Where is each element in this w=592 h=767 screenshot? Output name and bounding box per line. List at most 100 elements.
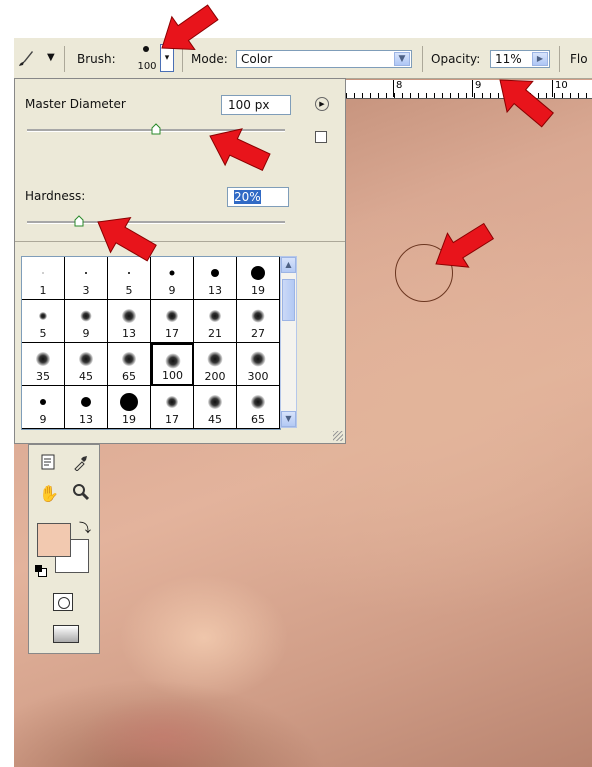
scroll-thumb[interactable]	[282, 279, 295, 321]
brush-tip-preview	[250, 351, 266, 367]
brush-preset[interactable]: 3	[65, 257, 108, 300]
brush-preset[interactable]: 65	[237, 386, 280, 429]
brush-preset[interactable]: 17	[151, 300, 194, 343]
zoom-icon[interactable]	[69, 483, 93, 505]
brush-preset-size: 200	[204, 370, 226, 383]
brush-preset[interactable]: 19	[237, 257, 280, 300]
hardness-value: 20%	[234, 190, 261, 204]
flyout-menu-icon[interactable]: ▶	[315, 97, 329, 111]
brush-preset-size: 1	[39, 284, 47, 297]
brush-preset[interactable]: 17	[151, 386, 194, 429]
chevron-down-icon[interactable]: ▼	[394, 52, 410, 66]
brush-preset-size: 45	[208, 413, 222, 426]
opacity-label: Opacity:	[431, 52, 481, 66]
brush-preset[interactable]: 27	[237, 300, 280, 343]
hardness-slider[interactable]	[27, 221, 285, 224]
brush-preset-size: 300	[247, 370, 269, 383]
brush-preset[interactable]: 1	[22, 257, 65, 300]
brush-preset[interactable]: 100	[151, 343, 194, 386]
brush-tip-preview	[79, 352, 93, 366]
brush-tip-preview	[251, 395, 265, 409]
brush-preview[interactable]: 100	[134, 44, 160, 74]
foreground-color-swatch[interactable]	[37, 523, 71, 557]
brush-preset[interactable]: 9	[22, 386, 65, 429]
brush-tip-preview	[120, 393, 138, 411]
brush-preset-size: 13	[79, 413, 93, 426]
brush-cursor	[395, 244, 453, 302]
hardness-label: Hardness:	[25, 189, 86, 203]
brush-preset-size: 5	[125, 284, 133, 297]
brush-preset[interactable]: 9	[151, 257, 194, 300]
brush-preset-size: 21	[208, 327, 222, 340]
hand-icon[interactable]: ✋	[37, 483, 61, 505]
ruler-mark: 8	[393, 80, 402, 97]
swap-colors-icon[interactable]: ⤵	[79, 519, 91, 536]
hardness-field[interactable]: 20%	[227, 187, 289, 207]
mode-select[interactable]: Color ▼	[236, 50, 412, 68]
brush-size-readout: 100	[137, 61, 157, 72]
brush-preset[interactable]: 200	[194, 343, 237, 386]
brush-preset-size: 65	[251, 413, 265, 426]
chevron-down-icon[interactable]: ▼	[47, 52, 55, 63]
brush-preset[interactable]: 19	[108, 386, 151, 429]
chevron-right-icon[interactable]: ▶	[532, 52, 548, 66]
notes-icon[interactable]	[37, 453, 61, 475]
brush-preset-size: 19	[251, 284, 265, 297]
separator	[64, 46, 65, 72]
scroll-down-button[interactable]: ▼	[281, 411, 296, 427]
brush-tip-preview	[251, 266, 265, 280]
resize-grip-icon[interactable]	[333, 431, 343, 441]
hardness-thumb[interactable]	[74, 215, 84, 227]
brush-preset-size: 13	[208, 284, 222, 297]
brush-tip-preview	[128, 272, 130, 274]
quick-mask-icon[interactable]	[53, 593, 73, 611]
brush-icon[interactable]	[18, 49, 34, 67]
master-diameter-thumb[interactable]	[151, 123, 161, 135]
mode-label: Mode:	[191, 52, 228, 66]
brush-preset[interactable]: 45	[194, 386, 237, 429]
brush-preset[interactable]: 65	[108, 343, 151, 386]
brush-preset-size: 13	[122, 327, 136, 340]
brush-preset-size: 45	[79, 370, 93, 383]
brush-tip-preview	[208, 395, 222, 409]
brush-tip-preview	[169, 270, 175, 276]
brush-tip-preview	[42, 272, 44, 274]
master-diameter-field[interactable]: 100 px	[221, 95, 291, 115]
scroll-up-button[interactable]: ▲	[281, 257, 296, 273]
brush-preset[interactable]: 35	[22, 343, 65, 386]
preset-scrollbar[interactable]: ▲ ▼	[280, 256, 297, 428]
brush-tip-preview	[166, 396, 178, 408]
brush-tip-preview	[251, 309, 265, 323]
brush-preset[interactable]: 9	[65, 300, 108, 343]
master-diameter-label: Master Diameter	[25, 97, 126, 111]
brush-tip-preview	[122, 352, 136, 366]
brush-preset-size: 5	[39, 327, 47, 340]
default-colors-icon[interactable]	[35, 565, 47, 577]
reset-icon[interactable]	[315, 131, 327, 143]
brush-preset[interactable]: 21	[194, 300, 237, 343]
brush-tip-preview	[165, 353, 180, 369]
brush-preset-size: 100	[162, 369, 183, 382]
brush-preset-size: 19	[122, 413, 136, 426]
brush-preset-size: 9	[82, 327, 90, 340]
brush-preset[interactable]: 5	[22, 300, 65, 343]
brush-picker-button[interactable]: ▾	[160, 44, 174, 72]
brush-preset[interactable]: 45	[65, 343, 108, 386]
opacity-input[interactable]: 11% ▶	[490, 50, 550, 68]
brush-tip-preview	[166, 310, 178, 322]
eyedropper-icon[interactable]	[69, 453, 93, 475]
screen-mode-icon[interactable]	[53, 625, 79, 643]
brush-preset[interactable]: 13	[65, 386, 108, 429]
brush-tip-preview	[122, 309, 136, 323]
mode-value: Color	[241, 52, 273, 66]
brush-tip-preview	[207, 351, 223, 367]
ruler-mark: 10	[552, 80, 568, 97]
brush-preset[interactable]: 13	[108, 300, 151, 343]
brush-tip-preview	[39, 312, 47, 320]
brush-preset[interactable]: 5	[108, 257, 151, 300]
brush-preset-grid: 1 3 5 9 13 19 5 9 13 17 21 27 35 45 65 100 200 300 9 13 19 17…	[21, 256, 281, 430]
brush-preset[interactable]: 300	[237, 343, 280, 386]
separator	[182, 46, 183, 72]
brush-preset[interactable]: 13	[194, 257, 237, 300]
brush-preset-size: 9	[168, 284, 176, 297]
